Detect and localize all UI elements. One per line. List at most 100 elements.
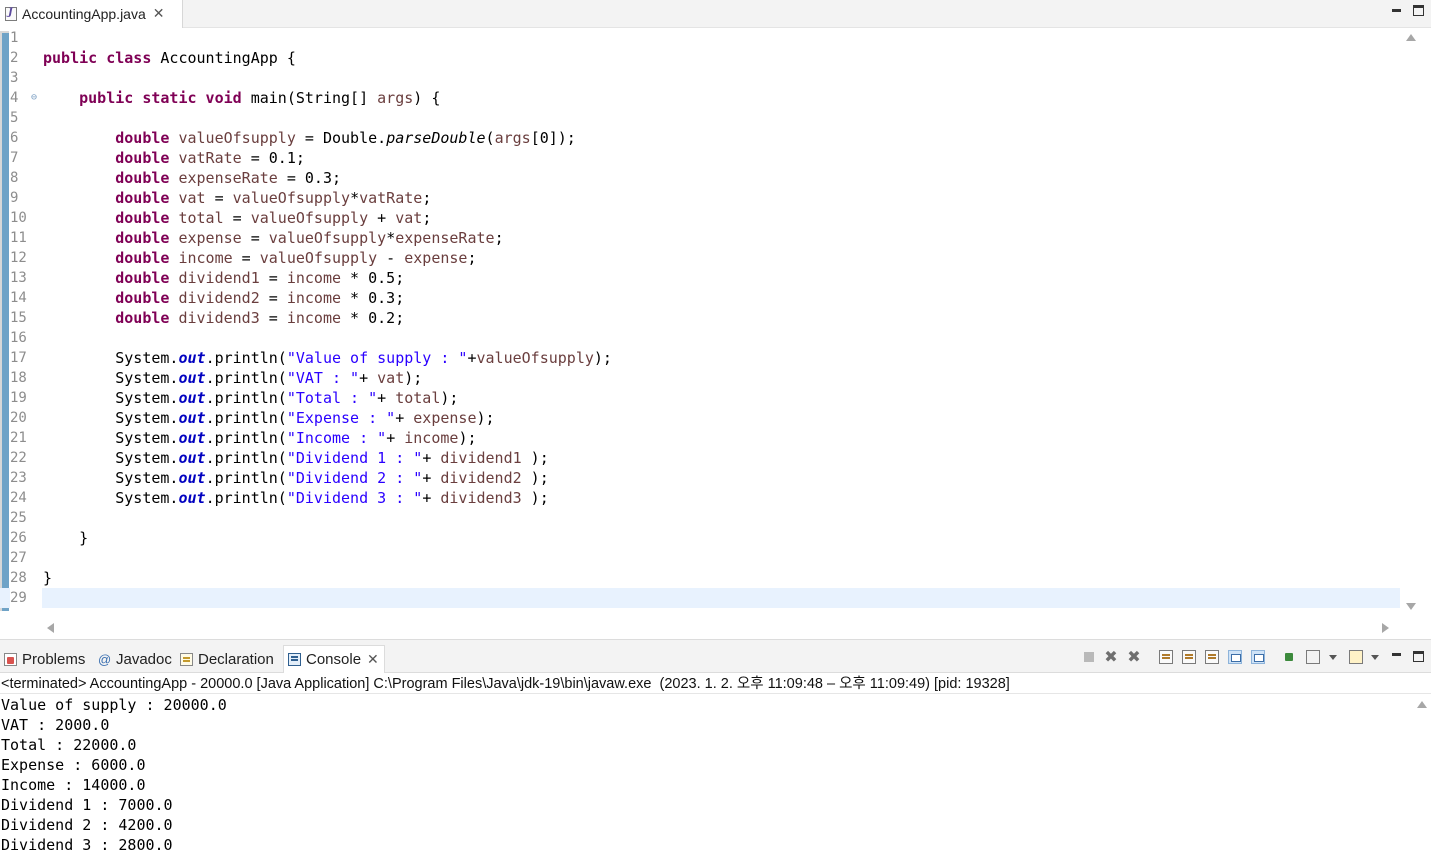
code-text: double vat = valueOfsupply*vatRate; (43, 188, 431, 208)
code-line[interactable]: 4 ⊖ public static void main(String[] args… (0, 88, 1400, 108)
maximize-editor-icon[interactable] (1413, 5, 1424, 16)
code-line[interactable]: 27 (0, 548, 1400, 568)
line-number: 6 (10, 130, 19, 146)
code-line[interactable]: 16 (0, 328, 1400, 348)
code-line[interactable]: 18 System.out.println("VAT : "+ vat); (0, 368, 1400, 388)
code-line[interactable]: 29 (0, 588, 1400, 608)
clear-console-icon[interactable] (1159, 650, 1173, 664)
code-text: System.out.println("Income : "+ income); (43, 428, 476, 448)
code-line[interactable]: 22 System.out.println("Dividend 1 : "+ d… (0, 448, 1400, 468)
close-console-icon[interactable]: ✕ (367, 652, 379, 668)
code-editor[interactable]: 1 2 public class AccountingApp {3 4 ⊖ public… (0, 28, 1431, 639)
code-token: .println( (205, 489, 287, 507)
tab-declaration[interactable]: Declaration (176, 645, 278, 673)
code-token: valueOfsupply (178, 129, 296, 147)
code-token: args (494, 129, 531, 147)
editor-tab-accountingapp[interactable]: AccountingApp.java ✕ (0, 0, 183, 28)
code-token: - (377, 249, 405, 267)
console-output-line: Total : 22000.0 (1, 736, 137, 754)
code-token: out (178, 429, 206, 447)
code-line[interactable]: 11 double expense = valueOfsupply*expens… (0, 228, 1400, 248)
code-token: double (115, 249, 179, 267)
code-line[interactable]: 7 double vatRate = 0.1; (0, 148, 1400, 168)
code-line[interactable]: 8 double expenseRate = 0.3; (0, 168, 1400, 188)
code-line[interactable]: 6 double valueOfsupply = Double.parseDou… (0, 128, 1400, 148)
display-console-dropdown-icon[interactable] (1329, 655, 1337, 660)
remove-all-terminated-icon[interactable]: ✖ (1127, 649, 1141, 665)
code-line[interactable]: 28} (0, 568, 1400, 588)
line-number: 7 (10, 150, 19, 166)
minimize-view-icon[interactable] (1391, 648, 1402, 659)
code-token: = (259, 309, 287, 327)
code-token: = (241, 229, 269, 247)
code-token: dividend3 (440, 489, 522, 507)
code-line[interactable]: 2 public class AccountingApp { (0, 48, 1400, 68)
open-console-icon[interactable] (1349, 650, 1363, 664)
editor-vertical-scrollbar[interactable] (1401, 28, 1421, 618)
code-line[interactable]: 21 System.out.println("Income : "+ incom… (0, 428, 1400, 448)
show-console-on-stderr-icon[interactable] (1251, 650, 1265, 664)
tab-console[interactable]: Console ✕ (283, 645, 385, 673)
scroll-down-arrow-icon[interactable] (1406, 603, 1416, 610)
open-console-dropdown-icon[interactable] (1371, 655, 1379, 660)
code-token: dividend3 (178, 309, 260, 327)
code-line[interactable]: 19 System.out.println("Total : "+ total)… (0, 388, 1400, 408)
code-text: System.out.println("Total : "+ total); (43, 388, 458, 408)
code-line[interactable]: 5 (0, 108, 1400, 128)
code-token: parseDouble (386, 129, 486, 147)
code-line[interactable]: 23 System.out.println("Dividend 2 : "+ d… (0, 468, 1400, 488)
minimize-editor-icon[interactable] (1391, 4, 1402, 15)
terminate-icon[interactable] (1084, 652, 1094, 662)
show-console-on-stdout-icon[interactable] (1228, 650, 1242, 664)
scroll-up-arrow-icon[interactable] (1406, 34, 1416, 41)
line-number: 12 (10, 250, 27, 266)
console-output-line: VAT : 2000.0 (1, 716, 110, 734)
console-output[interactable]: Value of supply : 20000.0 VAT : 2000.0 Tot… (0, 695, 1413, 866)
code-text: double dividend2 = income * 0.3; (43, 288, 404, 308)
code-token: expense (178, 229, 242, 247)
editor-horizontal-scrollbar[interactable] (43, 618, 1400, 638)
code-line[interactable]: 1 (0, 28, 1400, 48)
code-token: * 0.2; (341, 309, 405, 327)
remove-launch-icon[interactable]: ✖ (1104, 649, 1118, 665)
code-token: + (368, 209, 396, 227)
code-line[interactable]: 26 } (0, 528, 1400, 548)
code-token: vat (395, 209, 423, 227)
scroll-up-arrow-icon[interactable] (1417, 701, 1427, 708)
maximize-view-icon[interactable] (1413, 651, 1424, 662)
code-line[interactable]: 12 double income = valueOfsupply - expen… (0, 248, 1400, 268)
code-token: "Value of supply : " (286, 349, 468, 367)
code-line[interactable]: 9 double vat = valueOfsupply*vatRate; (0, 188, 1400, 208)
close-tab-icon[interactable]: ✕ (153, 6, 165, 22)
code-token: double (115, 209, 179, 227)
code-line[interactable]: 25 (0, 508, 1400, 528)
scroll-right-arrow-icon[interactable] (1382, 623, 1389, 633)
fold-collapse-icon[interactable]: ⊖ (31, 88, 37, 108)
code-token: dividend1 (178, 269, 260, 287)
code-line[interactable]: 14 double dividend2 = income * 0.3; (0, 288, 1400, 308)
code-line[interactable]: 24 System.out.println("Dividend 3 : "+ d… (0, 488, 1400, 508)
code-text: public static void main(String[] args) { (43, 88, 440, 108)
code-token: System. (43, 489, 179, 507)
code-line[interactable]: 15 double dividend3 = income * 0.2; (0, 308, 1400, 328)
code-token: out (178, 409, 206, 427)
code-line[interactable]: 10 double total = valueOfsupply + vat; (0, 208, 1400, 228)
tab-problems[interactable]: Problems (0, 645, 89, 673)
pin-console-icon[interactable] (1282, 650, 1296, 664)
code-line[interactable]: 13 double dividend1 = income * 0.5; (0, 268, 1400, 288)
scroll-lock-icon[interactable] (1182, 650, 1196, 664)
code-token: ( (485, 129, 495, 147)
console-vertical-scrollbar[interactable] (1413, 695, 1431, 866)
scroll-left-arrow-icon[interactable] (47, 623, 54, 633)
word-wrap-icon[interactable] (1205, 650, 1219, 664)
code-line[interactable]: 3 (0, 68, 1400, 88)
code-line[interactable]: 17 System.out.println("Value of supply :… (0, 348, 1400, 368)
display-console-icon[interactable] (1306, 650, 1320, 664)
line-number: 28 (10, 570, 27, 586)
tab-javadoc[interactable]: @ Javadoc (94, 645, 176, 673)
code-line[interactable]: 20 System.out.println("Expense : "+ expe… (0, 408, 1400, 428)
code-text: System.out.println("Expense : "+ expense… (43, 408, 494, 428)
